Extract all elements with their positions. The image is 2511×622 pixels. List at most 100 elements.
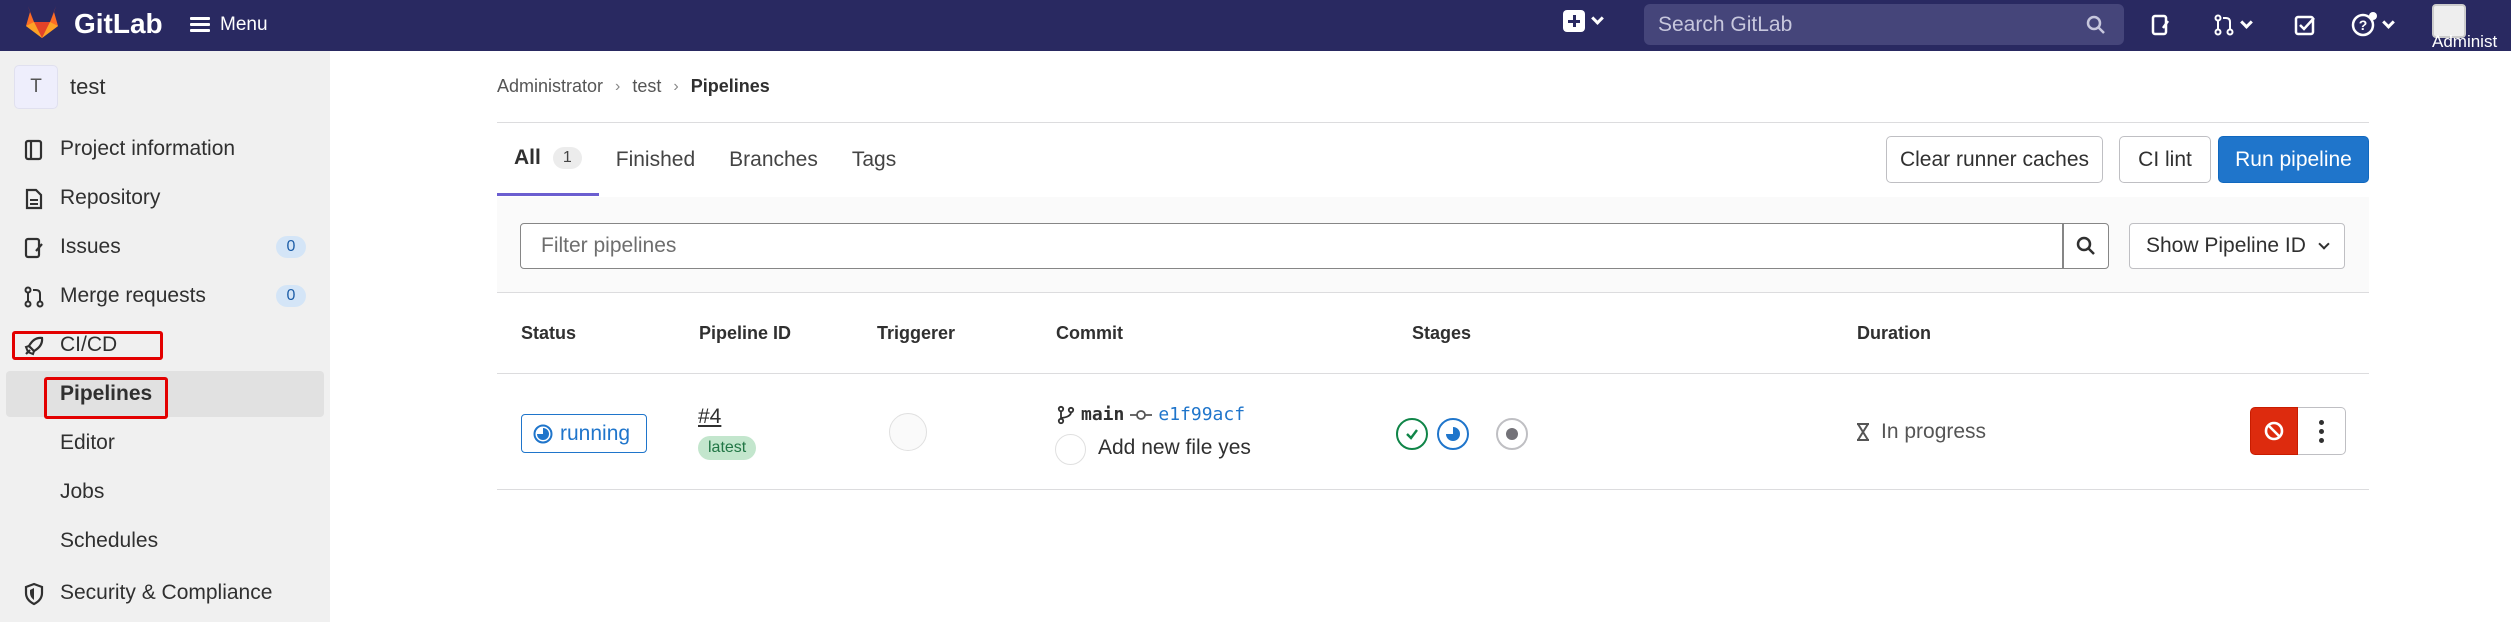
sidebar-item-cicd[interactable]: CI/CD: [0, 325, 330, 365]
filter-bar: Show Pipeline ID: [497, 197, 2369, 293]
stage-success-icon[interactable]: [1396, 418, 1428, 450]
sidebar-subitem-pipelines[interactable]: Pipelines: [6, 371, 324, 417]
hourglass-icon: [1857, 423, 1869, 441]
project-header[interactable]: T test: [14, 65, 105, 109]
tab-label: Branches: [729, 147, 818, 171]
merge-request-icon: [2214, 14, 2233, 36]
sidebar-item-project-information[interactable]: Project information: [0, 129, 330, 169]
breadcrumb-item[interactable]: Administrator: [497, 76, 603, 97]
column-header-commit: Commit: [1056, 323, 1123, 343]
status-badge[interactable]: running: [521, 414, 647, 453]
project-sidebar: T test Project information Repository Is…: [0, 51, 330, 622]
divider: [497, 373, 2369, 374]
sidebar-item-label: Repository: [60, 186, 161, 209]
clear-runner-caches-button[interactable]: Clear runner caches: [1886, 136, 2103, 183]
dropdown-label: Show Pipeline ID: [2146, 234, 2306, 257]
cancel-icon: [2264, 421, 2284, 441]
merge-request-icon: [24, 286, 44, 308]
pipeline-id-link[interactable]: #4: [698, 405, 721, 429]
sidebar-subitem-label: Pipelines: [60, 382, 153, 405]
merge-requests-dropdown-button[interactable]: [2206, 10, 2256, 40]
status-label: running: [560, 421, 631, 445]
issues-count-badge: 0: [276, 236, 306, 258]
search-input[interactable]: [1644, 4, 2084, 45]
tab-label: Finished: [615, 147, 696, 171]
document-icon: [25, 188, 43, 210]
svg-text:?: ?: [2358, 17, 2367, 33]
project-name: test: [70, 74, 106, 99]
brand-name[interactable]: GitLab: [74, 8, 163, 40]
user-avatar-label: Administ: [2432, 32, 2498, 51]
commit-ref: main e1f99acf: [1057, 404, 1245, 425]
search-icon: [2086, 15, 2105, 34]
divider: [497, 489, 2369, 490]
issues-shortcut-icon[interactable]: [2146, 10, 2176, 40]
sidebar-subitem-editor[interactable]: Editor: [6, 420, 324, 466]
sidebar-subitem-schedules[interactable]: Schedules: [6, 518, 324, 564]
sidebar-subitem-label: Editor: [60, 431, 115, 454]
sidebar-subitem-label: Jobs: [60, 480, 105, 503]
column-header-stages: Stages: [1412, 323, 1472, 343]
kebab-dot-icon: [2319, 428, 2324, 434]
branch-link[interactable]: main: [1081, 404, 1124, 425]
menu-button[interactable]: Menu: [190, 10, 268, 40]
cancel-pipeline-button[interactable]: [2250, 407, 2298, 455]
sidebar-item-repository[interactable]: Repository: [0, 178, 330, 218]
search-icon: [2076, 236, 2095, 255]
sidebar-item-label: CI/CD: [60, 333, 118, 356]
tab-tags[interactable]: Tags: [835, 123, 913, 196]
issues-icon: [24, 237, 43, 259]
sidebar-item-label: Project information: [60, 137, 236, 160]
breadcrumb-current[interactable]: Pipelines: [691, 76, 770, 97]
breadcrumb-item[interactable]: test: [632, 76, 661, 97]
tab-count-badge: 1: [552, 147, 582, 169]
column-header-duration: Duration: [1857, 323, 1931, 343]
chevron-down-icon: [2239, 16, 2253, 29]
chevron-right-icon: ›: [673, 77, 679, 95]
sidebar-subitem-jobs[interactable]: Jobs: [6, 469, 324, 515]
stage-created-icon[interactable]: [1496, 418, 1528, 450]
tab-all[interactable]: All 1: [497, 123, 599, 196]
sidebar-item-label: Issues: [60, 235, 121, 258]
more-actions-button[interactable]: [2298, 407, 2346, 455]
tab-label: All: [514, 146, 541, 169]
triggerer-avatar[interactable]: [889, 413, 927, 451]
gitlab-logo-icon[interactable]: [22, 2, 62, 42]
commit-message-link[interactable]: Add new file yes: [1098, 436, 1251, 460]
commit-sha-link[interactable]: e1f99acf: [1158, 404, 1245, 425]
shield-icon: [24, 582, 44, 606]
column-header-pipeline-id: Pipeline ID: [699, 323, 792, 343]
tab-label: Tags: [851, 147, 897, 171]
filter-search-button[interactable]: [2063, 223, 2109, 269]
sidebar-item-label: Security & Compliance: [60, 581, 273, 604]
kebab-dot-icon: [2319, 419, 2324, 425]
new-dropdown-button[interactable]: [1563, 10, 1604, 32]
help-dropdown-button[interactable]: ?: [2346, 10, 2396, 40]
chevron-down-icon: [2318, 237, 2330, 250]
latest-badge: latest: [698, 436, 757, 460]
run-pipeline-button[interactable]: Run pipeline: [2218, 136, 2369, 183]
sidebar-item-merge-requests[interactable]: Merge requests 0: [0, 276, 330, 316]
sidebar-subitem-label: Schedules: [60, 529, 159, 552]
tab-branches[interactable]: Branches: [712, 123, 835, 196]
filter-pipelines-input[interactable]: [520, 223, 2063, 269]
book-icon: [24, 139, 43, 161]
sidebar-item-security-compliance[interactable]: Security & Compliance: [0, 573, 330, 613]
kebab-dot-icon: [2319, 437, 2324, 443]
stage-running-icon[interactable]: [1437, 418, 1469, 450]
plus-icon: [1563, 10, 1585, 32]
search-box[interactable]: [1644, 4, 2124, 45]
branch-icon: [1057, 405, 1075, 424]
todo-icon[interactable]: [2290, 10, 2320, 40]
menu-label: Menu: [220, 14, 268, 35]
commit-author-avatar[interactable]: [1055, 434, 1086, 465]
show-pipeline-id-dropdown[interactable]: Show Pipeline ID: [2129, 223, 2345, 269]
rocket-icon: [24, 336, 44, 356]
chevron-right-icon: ›: [615, 77, 621, 95]
chevron-down-icon: [1591, 12, 1604, 25]
hamburger-icon: [190, 17, 210, 33]
chevron-down-icon: [2381, 16, 2395, 29]
tab-finished[interactable]: Finished: [599, 123, 712, 196]
sidebar-item-issues[interactable]: Issues 0: [0, 227, 330, 267]
ci-lint-button[interactable]: CI lint: [2119, 136, 2211, 183]
